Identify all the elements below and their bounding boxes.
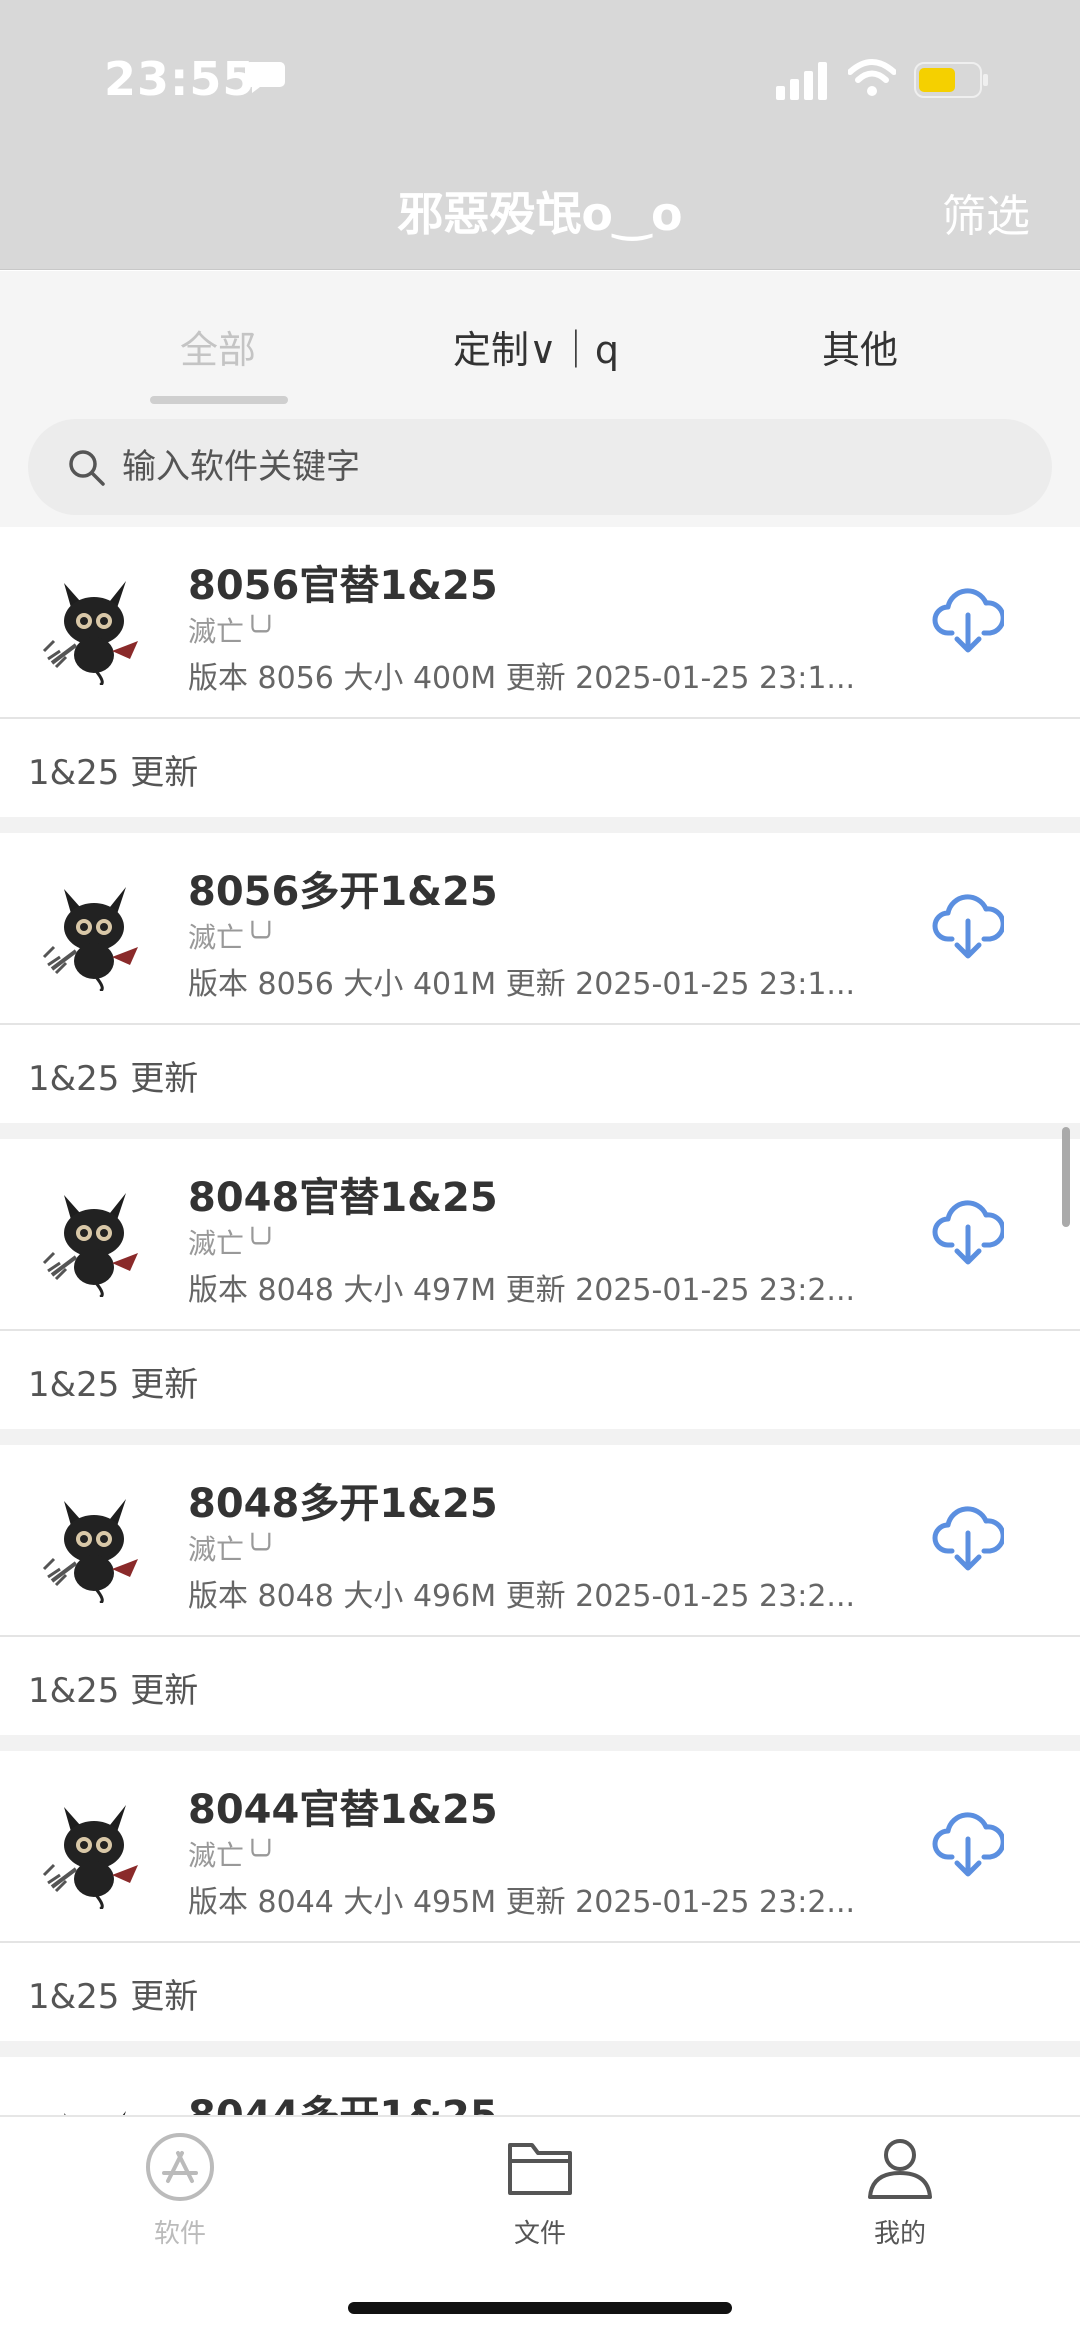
cloud-download-icon[interactable] bbox=[932, 889, 1004, 961]
filter-button[interactable]: 筛选 bbox=[942, 180, 1030, 244]
list-item[interactable]: 8056官替1&25 滅亡╰╯ 版本 8056 大小 400M 更新 2025-… bbox=[0, 527, 1080, 833]
top-header: 23:55 邪惡殁氓o‿o 筛选 bbox=[0, 0, 1080, 270]
item-name: 8056官替1&25 bbox=[188, 563, 498, 609]
battery-icon bbox=[914, 62, 988, 98]
divider bbox=[0, 1429, 1080, 1445]
nav-label: 软件 bbox=[153, 2219, 206, 2249]
nav-item-files[interactable]: 文件 bbox=[460, 2131, 620, 2250]
item-author: 滅亡╰╯ bbox=[188, 615, 278, 648]
status-time: 23:55 bbox=[104, 52, 256, 106]
search-input[interactable] bbox=[122, 439, 1002, 495]
search-bar[interactable] bbox=[28, 419, 1052, 515]
item-author: 滅亡╰╯ bbox=[188, 1839, 278, 1872]
cloud-download-icon[interactable] bbox=[932, 1807, 1004, 1879]
cellular-signal-icon bbox=[776, 62, 827, 100]
search-icon bbox=[69, 450, 105, 486]
nav-item-mine[interactable]: 我的 bbox=[820, 2131, 980, 2250]
item-author: 滅亡╰╯ bbox=[188, 921, 278, 954]
devil-cat-avatar-icon bbox=[42, 581, 138, 685]
item-card[interactable]: 8044多开1&25 bbox=[0, 2057, 1080, 2115]
item-name: 8048官替1&25 bbox=[188, 1175, 498, 1221]
category-tabs: 全部 定制∨｜q 其他 bbox=[0, 271, 1080, 527]
item-name: 8056多开1&25 bbox=[188, 869, 498, 915]
item-note: 1&25 更新 bbox=[0, 721, 1080, 817]
nav-item-software[interactable]: 软件 bbox=[100, 2131, 260, 2250]
item-card[interactable]: 8056多开1&25 滅亡╰╯ 版本 8056 大小 401M 更新 2025-… bbox=[0, 833, 1080, 1025]
item-name: 8044官替1&25 bbox=[188, 1787, 498, 1833]
item-name: 8048多开1&25 bbox=[188, 1481, 498, 1527]
devil-cat-avatar-icon bbox=[42, 1805, 138, 1909]
list-item[interactable]: 8048官替1&25 滅亡╰╯ 版本 8048 大小 497M 更新 2025-… bbox=[0, 1139, 1080, 1445]
message-icon bbox=[245, 62, 285, 93]
devil-cat-avatar-icon bbox=[64, 2111, 126, 2115]
divider bbox=[0, 1123, 1080, 1139]
item-meta: 版本 8056 大小 400M 更新 2025-01-25 23:1... bbox=[188, 661, 856, 696]
divider bbox=[0, 817, 1080, 833]
tab-all[interactable]: 全部 bbox=[180, 319, 256, 374]
tab-custom[interactable]: 定制∨｜q bbox=[453, 319, 619, 374]
list-item[interactable]: 8056多开1&25 滅亡╰╯ 版本 8056 大小 401M 更新 2025-… bbox=[0, 833, 1080, 1139]
item-meta: 版本 8048 大小 497M 更新 2025-01-25 23:2... bbox=[188, 1273, 856, 1308]
item-card[interactable]: 8044官替1&25 滅亡╰╯ 版本 8044 大小 495M 更新 2025-… bbox=[0, 1751, 1080, 1943]
scroll-indicator[interactable] bbox=[1062, 1127, 1070, 1227]
cloud-download-icon[interactable] bbox=[932, 1195, 1004, 1267]
item-name: 8044多开1&25 bbox=[188, 2083, 498, 2115]
software-list: 8056官替1&25 滅亡╰╯ 版本 8056 大小 400M 更新 2025-… bbox=[0, 527, 1080, 2115]
folder-icon bbox=[508, 2143, 572, 2195]
item-author: 滅亡╰╯ bbox=[188, 1533, 278, 1566]
home-indicator[interactable] bbox=[348, 2302, 732, 2314]
page-title: 邪惡殁氓o‿o bbox=[397, 187, 683, 241]
item-meta: 版本 8056 大小 401M 更新 2025-01-25 23:1... bbox=[188, 967, 856, 1002]
app-store-icon bbox=[146, 2133, 214, 2201]
nav-label: 文件 bbox=[513, 2219, 566, 2249]
item-note: 1&25 更新 bbox=[0, 1333, 1080, 1429]
divider bbox=[0, 2041, 1080, 2057]
devil-cat-avatar-icon bbox=[42, 1499, 138, 1603]
item-meta: 版本 8048 大小 496M 更新 2025-01-25 23:2... bbox=[188, 1579, 856, 1614]
devil-cat-avatar-icon bbox=[42, 887, 138, 991]
tab-other[interactable]: 其他 bbox=[822, 319, 898, 374]
list-item[interactable]: 8048多开1&25 滅亡╰╯ 版本 8048 大小 496M 更新 2025-… bbox=[0, 1445, 1080, 1751]
devil-cat-avatar-icon bbox=[42, 1193, 138, 1297]
cloud-download-icon[interactable] bbox=[932, 1501, 1004, 1573]
item-meta: 版本 8044 大小 495M 更新 2025-01-25 23:2... bbox=[188, 1885, 856, 1920]
divider bbox=[0, 1735, 1080, 1751]
item-author: 滅亡╰╯ bbox=[188, 1227, 278, 1260]
item-note: 1&25 更新 bbox=[0, 1945, 1080, 2041]
list-item[interactable]: 8044多开1&25 bbox=[0, 2057, 1080, 2115]
active-tab-indicator bbox=[150, 396, 288, 404]
list-item[interactable]: 8044官替1&25 滅亡╰╯ 版本 8044 大小 495M 更新 2025-… bbox=[0, 1751, 1080, 2057]
wifi-icon bbox=[848, 59, 896, 96]
item-card[interactable]: 8056官替1&25 滅亡╰╯ 版本 8056 大小 400M 更新 2025-… bbox=[0, 527, 1080, 719]
item-card[interactable]: 8048官替1&25 滅亡╰╯ 版本 8048 大小 497M 更新 2025-… bbox=[0, 1139, 1080, 1331]
person-icon bbox=[868, 2139, 932, 2199]
cloud-download-icon[interactable] bbox=[932, 583, 1004, 655]
item-note: 1&25 更新 bbox=[0, 1639, 1080, 1735]
nav-label: 我的 bbox=[873, 2219, 926, 2249]
item-note: 1&25 更新 bbox=[0, 1027, 1080, 1123]
item-card[interactable]: 8048多开1&25 滅亡╰╯ 版本 8048 大小 496M 更新 2025-… bbox=[0, 1445, 1080, 1637]
